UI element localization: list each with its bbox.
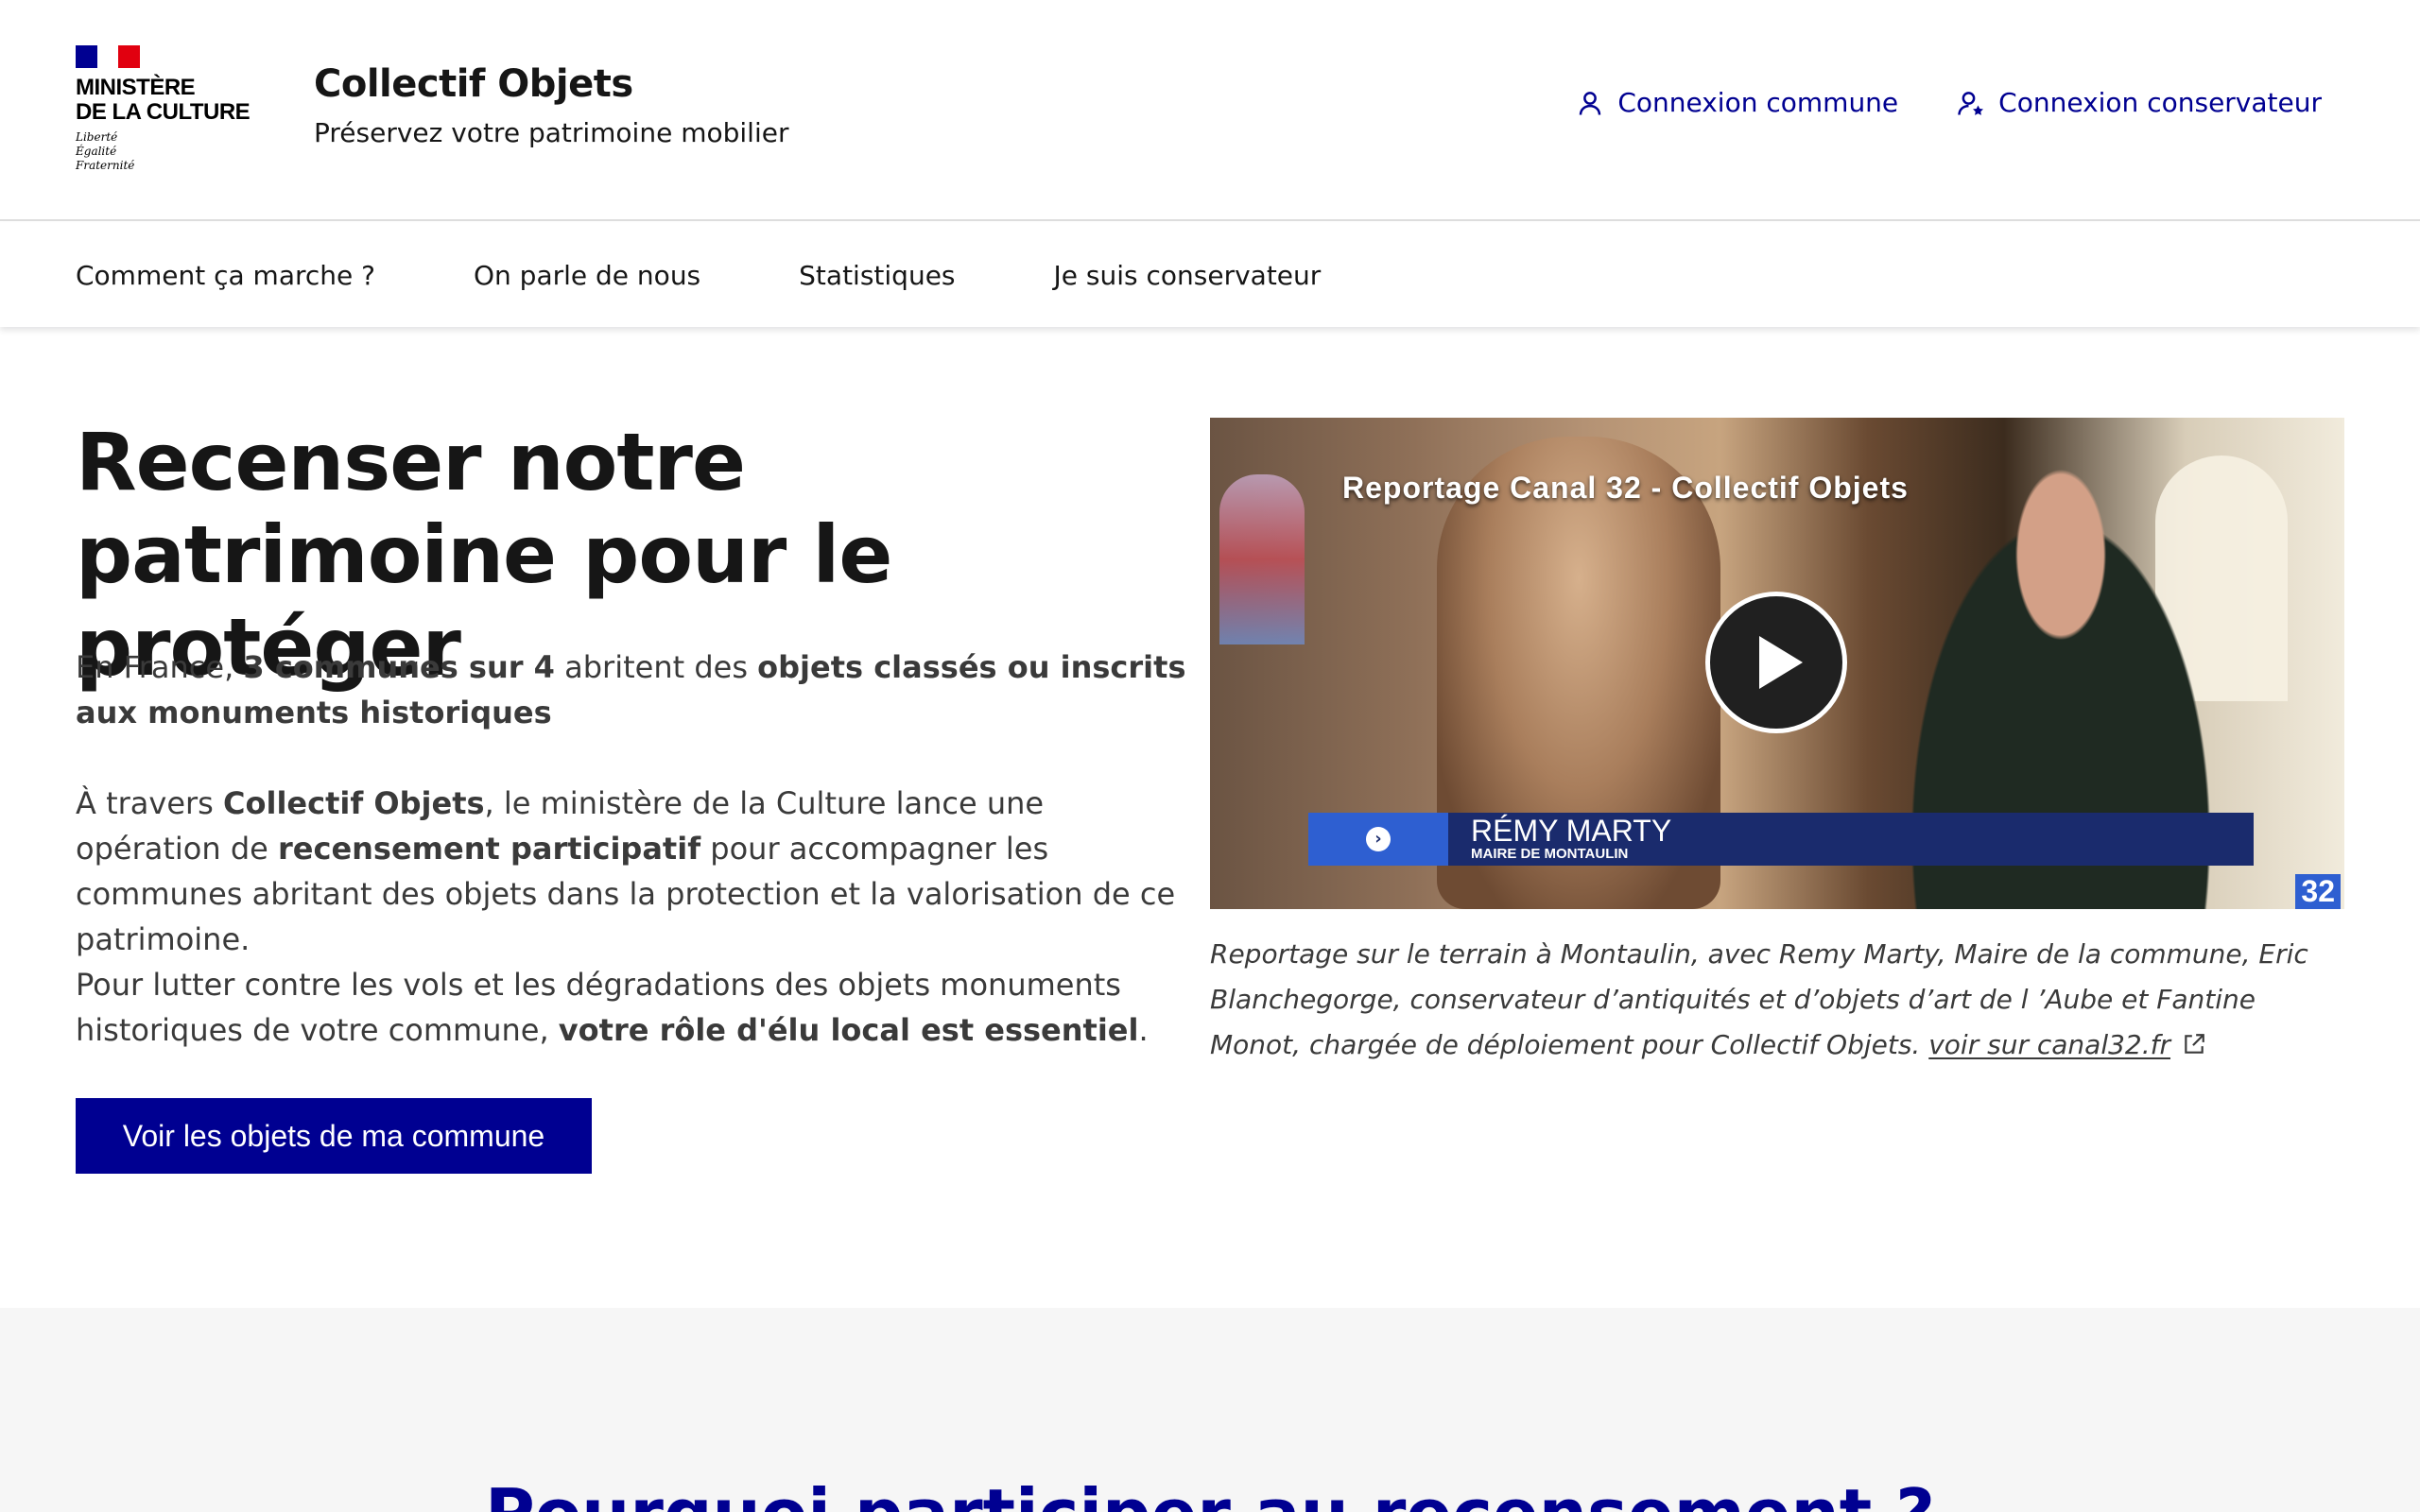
text-span: En France, xyxy=(76,649,244,685)
ministry-name: MINISTÈRE DE LA CULTURE xyxy=(76,75,251,125)
bold-span: Collectif Objets xyxy=(223,785,485,821)
why-participate-section: Pourquoi participer au recensement ? xyxy=(0,1308,2420,1512)
service-title[interactable]: Collectif Objets xyxy=(314,62,633,106)
login-conservateur-label: Connexion conservateur xyxy=(1998,87,2322,118)
service-tagline: Préservez votre patrimoine mobilier xyxy=(314,117,789,148)
video-caption: Reportage sur le terrain à Montaulin, av… xyxy=(1210,932,2344,1068)
text-span: abritent des xyxy=(554,649,758,685)
republic-motto: Liberté Égalité Fraternité xyxy=(76,130,135,172)
video-title[interactable]: Reportage Canal 32 - Collectif Objets xyxy=(1342,471,1909,506)
user-icon xyxy=(1580,91,1601,115)
ministry-logo[interactable]: MINISTÈRE DE LA CULTURE Liberté Égalité … xyxy=(76,45,255,178)
french-flag-icon xyxy=(76,45,141,68)
header-tools: Connexion commune Connexion conservateur xyxy=(1576,87,2322,118)
main-navigation: Comment ça marche ? On parle de nous Sta… xyxy=(0,223,2420,327)
nav-item-on-parle-de-nous[interactable]: On parle de nous xyxy=(474,260,700,291)
text-span: . xyxy=(1138,1012,1149,1048)
speaker-role: MAIRE DE MONTAULIN xyxy=(1471,846,1629,862)
bold-span: votre rôle d'élu local est essentiel xyxy=(558,1012,1139,1048)
login-commune-label: Connexion commune xyxy=(1617,87,1899,118)
lower-third-accent: › xyxy=(1308,813,1448,866)
speaker-name: RÉMY MARTY xyxy=(1471,814,1672,848)
site-header: MINISTÈRE DE LA CULTURE Liberté Égalité … xyxy=(0,0,2420,221)
lower-third-banner: › RÉMY MARTY MAIRE DE MONTAULIN xyxy=(1308,813,2254,866)
intro-paragraph: En France, 3 communes sur 4 abritent des… xyxy=(76,644,1191,735)
voir-objets-button[interactable]: Voir les objets de ma commune xyxy=(76,1098,592,1174)
bold-span: recensement participatif xyxy=(277,831,701,867)
bold-span: 3 communes sur 4 xyxy=(243,649,555,685)
play-button[interactable] xyxy=(1705,592,1847,733)
nav-item-comment-ca-marche[interactable]: Comment ça marche ? xyxy=(76,260,375,291)
canal32-link[interactable]: voir sur canal32.fr xyxy=(1928,1029,2206,1060)
canal32-link-label: voir sur canal32.fr xyxy=(1928,1029,2171,1060)
user-star-icon xyxy=(1958,91,1984,115)
channel-badge: 32 xyxy=(2295,874,2341,909)
nav-item-je-suis-conservateur[interactable]: Je suis conservateur xyxy=(1054,260,1322,291)
text-span: À travers xyxy=(76,785,223,821)
play-icon xyxy=(1759,636,1803,689)
external-link-icon xyxy=(2185,1034,2204,1054)
stained-glass-window xyxy=(1219,474,1305,644)
login-commune-link[interactable]: Connexion commune xyxy=(1576,87,1898,118)
nav-item-statistiques[interactable]: Statistiques xyxy=(799,260,955,291)
chevron-right-icon: › xyxy=(1366,827,1391,851)
section-title: Pourquoi participer au recensement ? xyxy=(0,1474,2420,1512)
login-conservateur-link[interactable]: Connexion conservateur xyxy=(1957,87,2322,118)
mission-paragraph: À travers Collectif Objets, le ministère… xyxy=(76,781,1191,962)
video-player[interactable]: Reportage Canal 32 - Collectif Objets › … xyxy=(1210,418,2344,909)
role-paragraph: Pour lutter contre les vols et les dégra… xyxy=(76,962,1191,1053)
